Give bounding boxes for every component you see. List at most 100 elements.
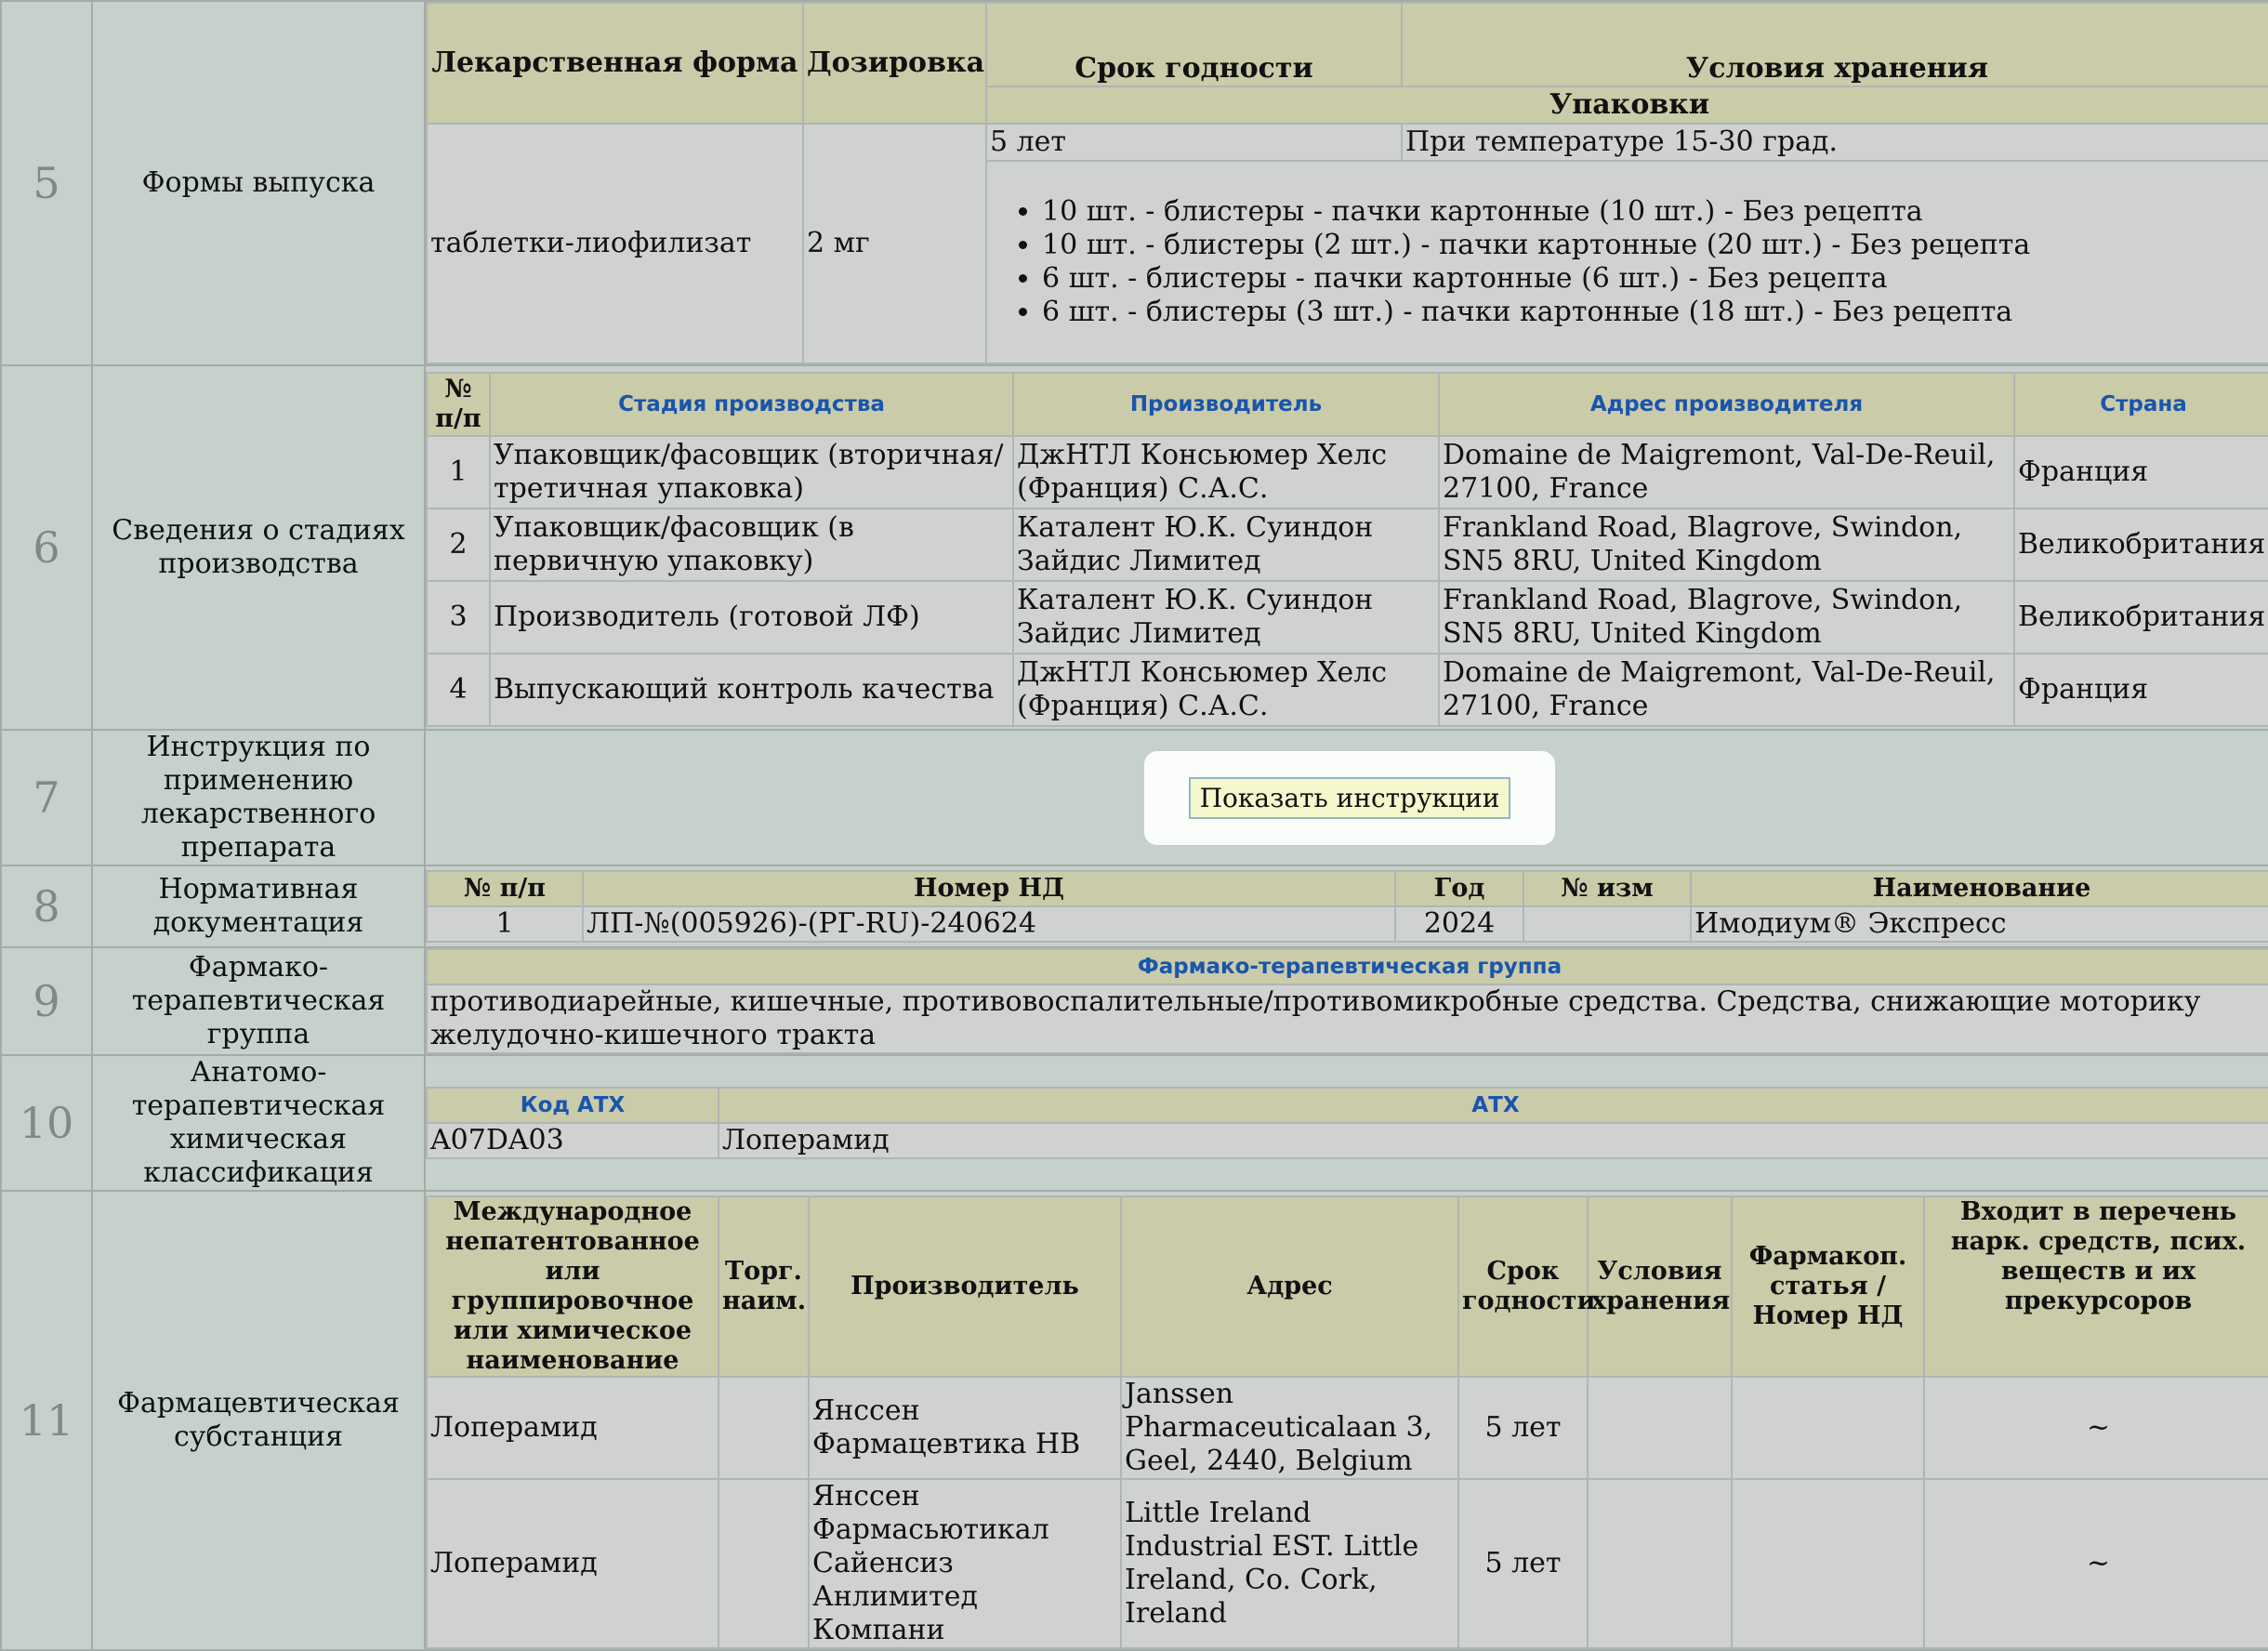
atc-table: Код АТХ АТХ A07DA03 Лоперамид	[426, 1087, 2268, 1159]
shelf-life-value: 5 лет	[985, 123, 1403, 162]
row-production-stages: 6 Сведения о стадиях производства № п/п …	[0, 364, 2268, 731]
stage-name: Производитель (готовой ЛФ)	[489, 580, 1014, 654]
pharm-group-table: Фармако-терапевтическая группа противоди…	[426, 948, 2268, 1054]
header-substance-storage: Условия хранения	[1587, 1195, 1733, 1378]
table-row: 1 ЛП-№(005926)-(РГ-RU)-240624 2024 Имоди…	[426, 905, 2268, 943]
stage-address: Frankland Road, Blagrove, Swindon, SN5 8…	[1438, 580, 2015, 654]
stage-address: Domaine de Maigremont, Val-De-Reuil, 271…	[1438, 653, 2015, 727]
row-number: 6	[0, 364, 93, 731]
doc-name: Имодиум® Экспресс	[1690, 905, 2268, 943]
header-nd-number: Номер НД	[582, 870, 1396, 907]
pharm-group-value: противодиарейные, кишечные, противовоспа…	[426, 984, 2268, 1054]
row-content: Фармако-терапевтическая группа противоди…	[424, 946, 2268, 1056]
header-stage: Стадия производства	[489, 372, 1014, 437]
dosage-form-value: таблетки-лиофилизат	[426, 123, 804, 364]
substance-trade-name	[718, 1376, 810, 1480]
stage-address: Frankland Road, Blagrove, Swindon, SN5 8…	[1438, 508, 2015, 582]
dosage-value: 2 мг	[802, 123, 987, 364]
row-number: 11	[0, 1190, 93, 1651]
header-substance-manufacturer: Производитель	[808, 1195, 1122, 1378]
row-content: № п/п Стадия производства Производитель …	[424, 364, 2268, 731]
row-number: 5	[0, 0, 93, 366]
row-number: 7	[0, 729, 93, 866]
stage-number: 3	[426, 580, 491, 654]
substance-shelf-life: 5 лет	[1457, 1478, 1589, 1649]
stage-country: Франция	[2013, 653, 2268, 727]
table-row: A07DA03 Лоперамид	[426, 1122, 2268, 1159]
header-pharmacopoeia: Фармакоп. статья / Номер НД	[1731, 1195, 1925, 1378]
stages-table: № п/п Стадия производства Производитель …	[426, 372, 2268, 727]
row-normative-docs: 8 Нормативная документация № п/п Номер Н…	[0, 865, 2268, 948]
substance-address: Janssen Pharmaceuticalaan 3, Geel, 2440,…	[1120, 1376, 1459, 1480]
header-atc-code: Код АТХ	[426, 1087, 719, 1124]
row-label: Сведения о стадиях производства	[91, 364, 426, 731]
substance-pharmacopoeia	[1731, 1376, 1925, 1480]
header-country: Страна	[2013, 372, 2268, 437]
stage-country: Франция	[2013, 435, 2268, 509]
stage-number: 1	[426, 435, 491, 509]
row-atc: 10 Анатомо-терапевтическая химическая кл…	[0, 1054, 2268, 1192]
stage-address: Domaine de Maigremont, Val-De-Reuil, 271…	[1438, 435, 2015, 509]
substance-storage	[1587, 1376, 1733, 1480]
header-inn: Международное непатентованное или группи…	[426, 1195, 719, 1378]
substance-manufacturer: Янссен Фармасьютикал Сайенсиз Анлимитед …	[808, 1478, 1122, 1649]
row-label: Нормативная документация	[91, 865, 426, 948]
table-row: 2 Упаковщик/фасовщик (в первичную упаков…	[426, 508, 2268, 582]
row-release-forms: 5 Формы выпуска Лекарственная форма Дози…	[0, 0, 2268, 366]
table-row: Лоперамид Янссен Фармасьютикал Сайенсиз …	[426, 1478, 2268, 1649]
show-instructions-button[interactable]: Показать инструкции	[1188, 776, 1511, 819]
substance-shelf-life: 5 лет	[1457, 1376, 1589, 1480]
row-label: Анатомо-терапевтическая химическая класс…	[91, 1054, 426, 1192]
stage-manufacturer: Каталент Ю.К. Суиндон Зайдис Лимитед	[1012, 580, 1440, 654]
table-row: Лоперамид Янссен Фармацевтика НВ Janssen…	[426, 1376, 2268, 1480]
forms-table: Лекарственная форма Дозировка Срок годно…	[426, 2, 2268, 364]
doc-number: 1	[426, 905, 584, 943]
header-stage-number: № п/п	[426, 372, 491, 437]
substance-table: Международное непатентованное или группи…	[426, 1195, 2268, 1649]
stage-name: Упаковщик/фасовщик (вторичная/третичная …	[489, 435, 1014, 509]
atc-code-value: A07DA03	[426, 1122, 719, 1159]
row-content: Код АТХ АТХ A07DA03 Лоперамид	[424, 1054, 2268, 1192]
package-item: 10 шт. - блистеры - пачки картонные (10 …	[1042, 195, 2268, 229]
substance-address: Little Ireland Industrial EST. Little Ir…	[1120, 1478, 1459, 1649]
header-year: Год	[1394, 870, 1524, 907]
row-number: 8	[0, 865, 93, 948]
header-shelf-life: Срок годности	[985, 2, 1403, 87]
substance-trade-name	[718, 1478, 810, 1649]
header-manufacturer: Производитель	[1012, 372, 1440, 437]
header-substance-shelf-life: Срок годности	[1457, 1195, 1596, 1378]
table-row: 3 Производитель (готовой ЛФ) Каталент Ю.…	[426, 580, 2268, 654]
header-packages: Упаковки	[985, 86, 2268, 125]
nd-number: ЛП-№(005926)-(РГ-RU)-240624	[582, 905, 1396, 943]
stage-manufacturer: ДжНТЛ Консьюмер Хелс (Франция) С.А.С.	[1012, 435, 1440, 509]
normdoc-table: № п/п Номер НД Год № изм Наименование 1 …	[426, 870, 2268, 943]
table-row: 1 Упаковщик/фасовщик (вторичная/третична…	[426, 435, 2268, 509]
header-dosage-form: Лекарственная форма	[426, 2, 804, 125]
substance-narcotic-flag: ~	[1923, 1376, 2268, 1480]
substance-manufacturer: Янссен Фармацевтика НВ	[808, 1376, 1122, 1480]
header-substance-address: Адрес	[1120, 1195, 1459, 1378]
packages-cell: 10 шт. - блистеры - пачки картонные (10 …	[985, 160, 2268, 364]
header-name: Наименование	[1690, 870, 2268, 907]
package-item: 6 шт. - блистеры (3 шт.) - пачки картонн…	[1042, 296, 2268, 329]
substance-inn: Лоперамид	[426, 1376, 719, 1480]
header-atc: АТХ	[718, 1087, 2268, 1124]
storage-value: При температуре 15-30 град.	[1401, 123, 2268, 162]
header-pharm-group: Фармако-терапевтическая группа	[426, 948, 2268, 985]
row-number: 10	[0, 1054, 93, 1192]
row-content: Показать инструкции	[424, 729, 2268, 866]
registry-table: 5 Формы выпуска Лекарственная форма Дози…	[0, 0, 2268, 1651]
row-content: № п/п Номер НД Год № изм Наименование 1 …	[424, 865, 2268, 948]
substance-narcotic-flag: ~	[1923, 1478, 2268, 1649]
header-doc-number: № п/п	[426, 870, 584, 907]
row-label: Формы выпуска	[91, 0, 426, 366]
doc-change-number	[1523, 905, 1692, 943]
stage-number: 2	[426, 508, 491, 582]
header-trade-name: Торг. наим.	[718, 1195, 810, 1378]
header-narcotic-list: Входит в перечень нарк. средств, псих. в…	[1923, 1195, 2268, 1378]
header-manufacturer-address: Адрес производителя	[1438, 372, 2015, 437]
header-dosage: Дозировка	[802, 2, 987, 125]
row-number: 9	[0, 946, 93, 1056]
header-storage: Условия хранения	[1401, 2, 2268, 87]
row-label: Фармацевтическая субстанция	[91, 1190, 426, 1651]
